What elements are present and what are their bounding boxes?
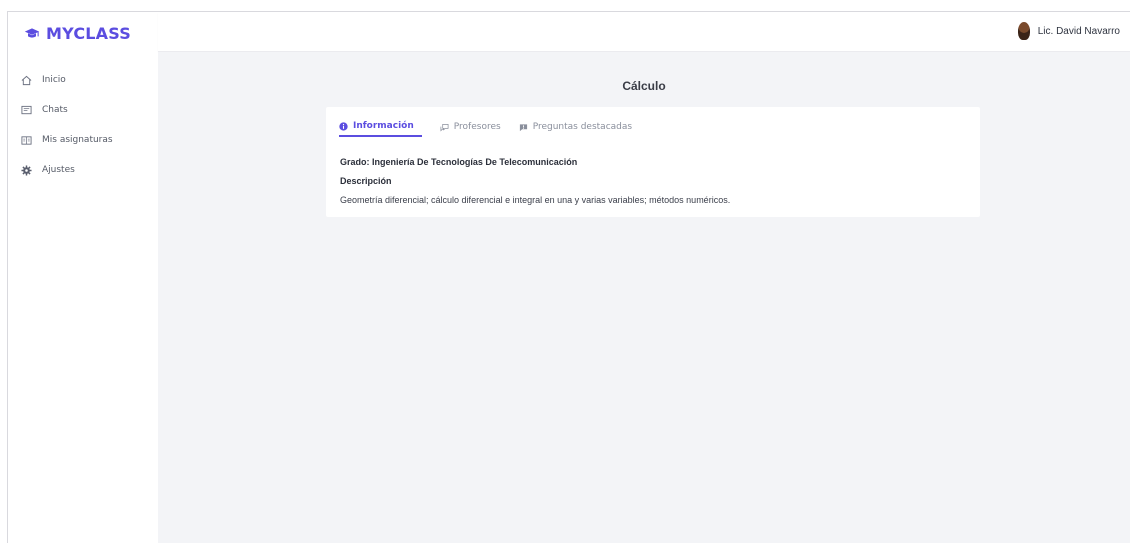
graduation-cap-icon <box>24 27 40 38</box>
tab-bar: Información Profesores Preguntas destaca… <box>339 117 632 137</box>
sidebar-item-ajustes[interactable]: Ajustes <box>8 155 158 185</box>
subject-card: Información Profesores Preguntas destaca… <box>326 107 980 217</box>
subjects-icon <box>21 135 32 145</box>
sidebar-item-label: Ajustes <box>42 165 75 175</box>
user-name: Lic. David Navarro <box>1037 25 1120 37</box>
tab-label: Información <box>353 121 414 131</box>
sidebar-item-inicio[interactable]: Inicio <box>8 65 158 95</box>
tab-preguntas-destacadas[interactable]: Preguntas destacadas <box>519 117 632 137</box>
chat-bubbles-icon <box>440 123 449 132</box>
description-text: Geometría diferencial; cálculo diferenci… <box>340 195 731 205</box>
sidebar-item-chats[interactable]: Chats <box>8 95 158 125</box>
app-window: MYCLASS Inicio Chats Mis asignaturas Aju… <box>7 11 1130 543</box>
page-title: Cálculo <box>622 79 666 93</box>
degree-label: Grado: Ingeniería De Tecnologías De Tele… <box>340 157 578 167</box>
description-heading: Descripción <box>340 176 392 186</box>
tab-label: Preguntas destacadas <box>532 122 633 132</box>
chat-icon <box>21 105 32 114</box>
sidebar-item-mis-asignaturas[interactable]: Mis asignaturas <box>8 125 158 155</box>
brand-logo[interactable]: MYCLASS <box>24 24 131 43</box>
sidebar-item-label: Chats <box>42 105 68 115</box>
home-icon <box>21 75 32 85</box>
tab-profesores[interactable]: Profesores <box>440 117 501 137</box>
avatar <box>1017 22 1030 40</box>
sidebar-nav: Inicio Chats Mis asignaturas Ajustes <box>8 65 158 185</box>
main-content: Cálculo Información Profesores Preguntas… <box>158 52 1130 543</box>
sidebar: MYCLASS Inicio Chats Mis asignaturas Aju… <box>8 12 158 543</box>
sidebar-item-label: Inicio <box>42 75 66 85</box>
tab-informacion[interactable]: Información <box>339 117 422 137</box>
message-icon <box>519 123 527 131</box>
user-menu[interactable]: Lic. David Navarro <box>1017 22 1120 40</box>
brand-name: MYCLASS <box>46 24 131 43</box>
top-bar: Lic. David Navarro <box>158 12 1130 52</box>
gear-icon <box>21 164 32 176</box>
sidebar-item-label: Mis asignaturas <box>42 135 113 145</box>
info-icon <box>339 121 348 131</box>
tab-label: Profesores <box>453 122 501 132</box>
